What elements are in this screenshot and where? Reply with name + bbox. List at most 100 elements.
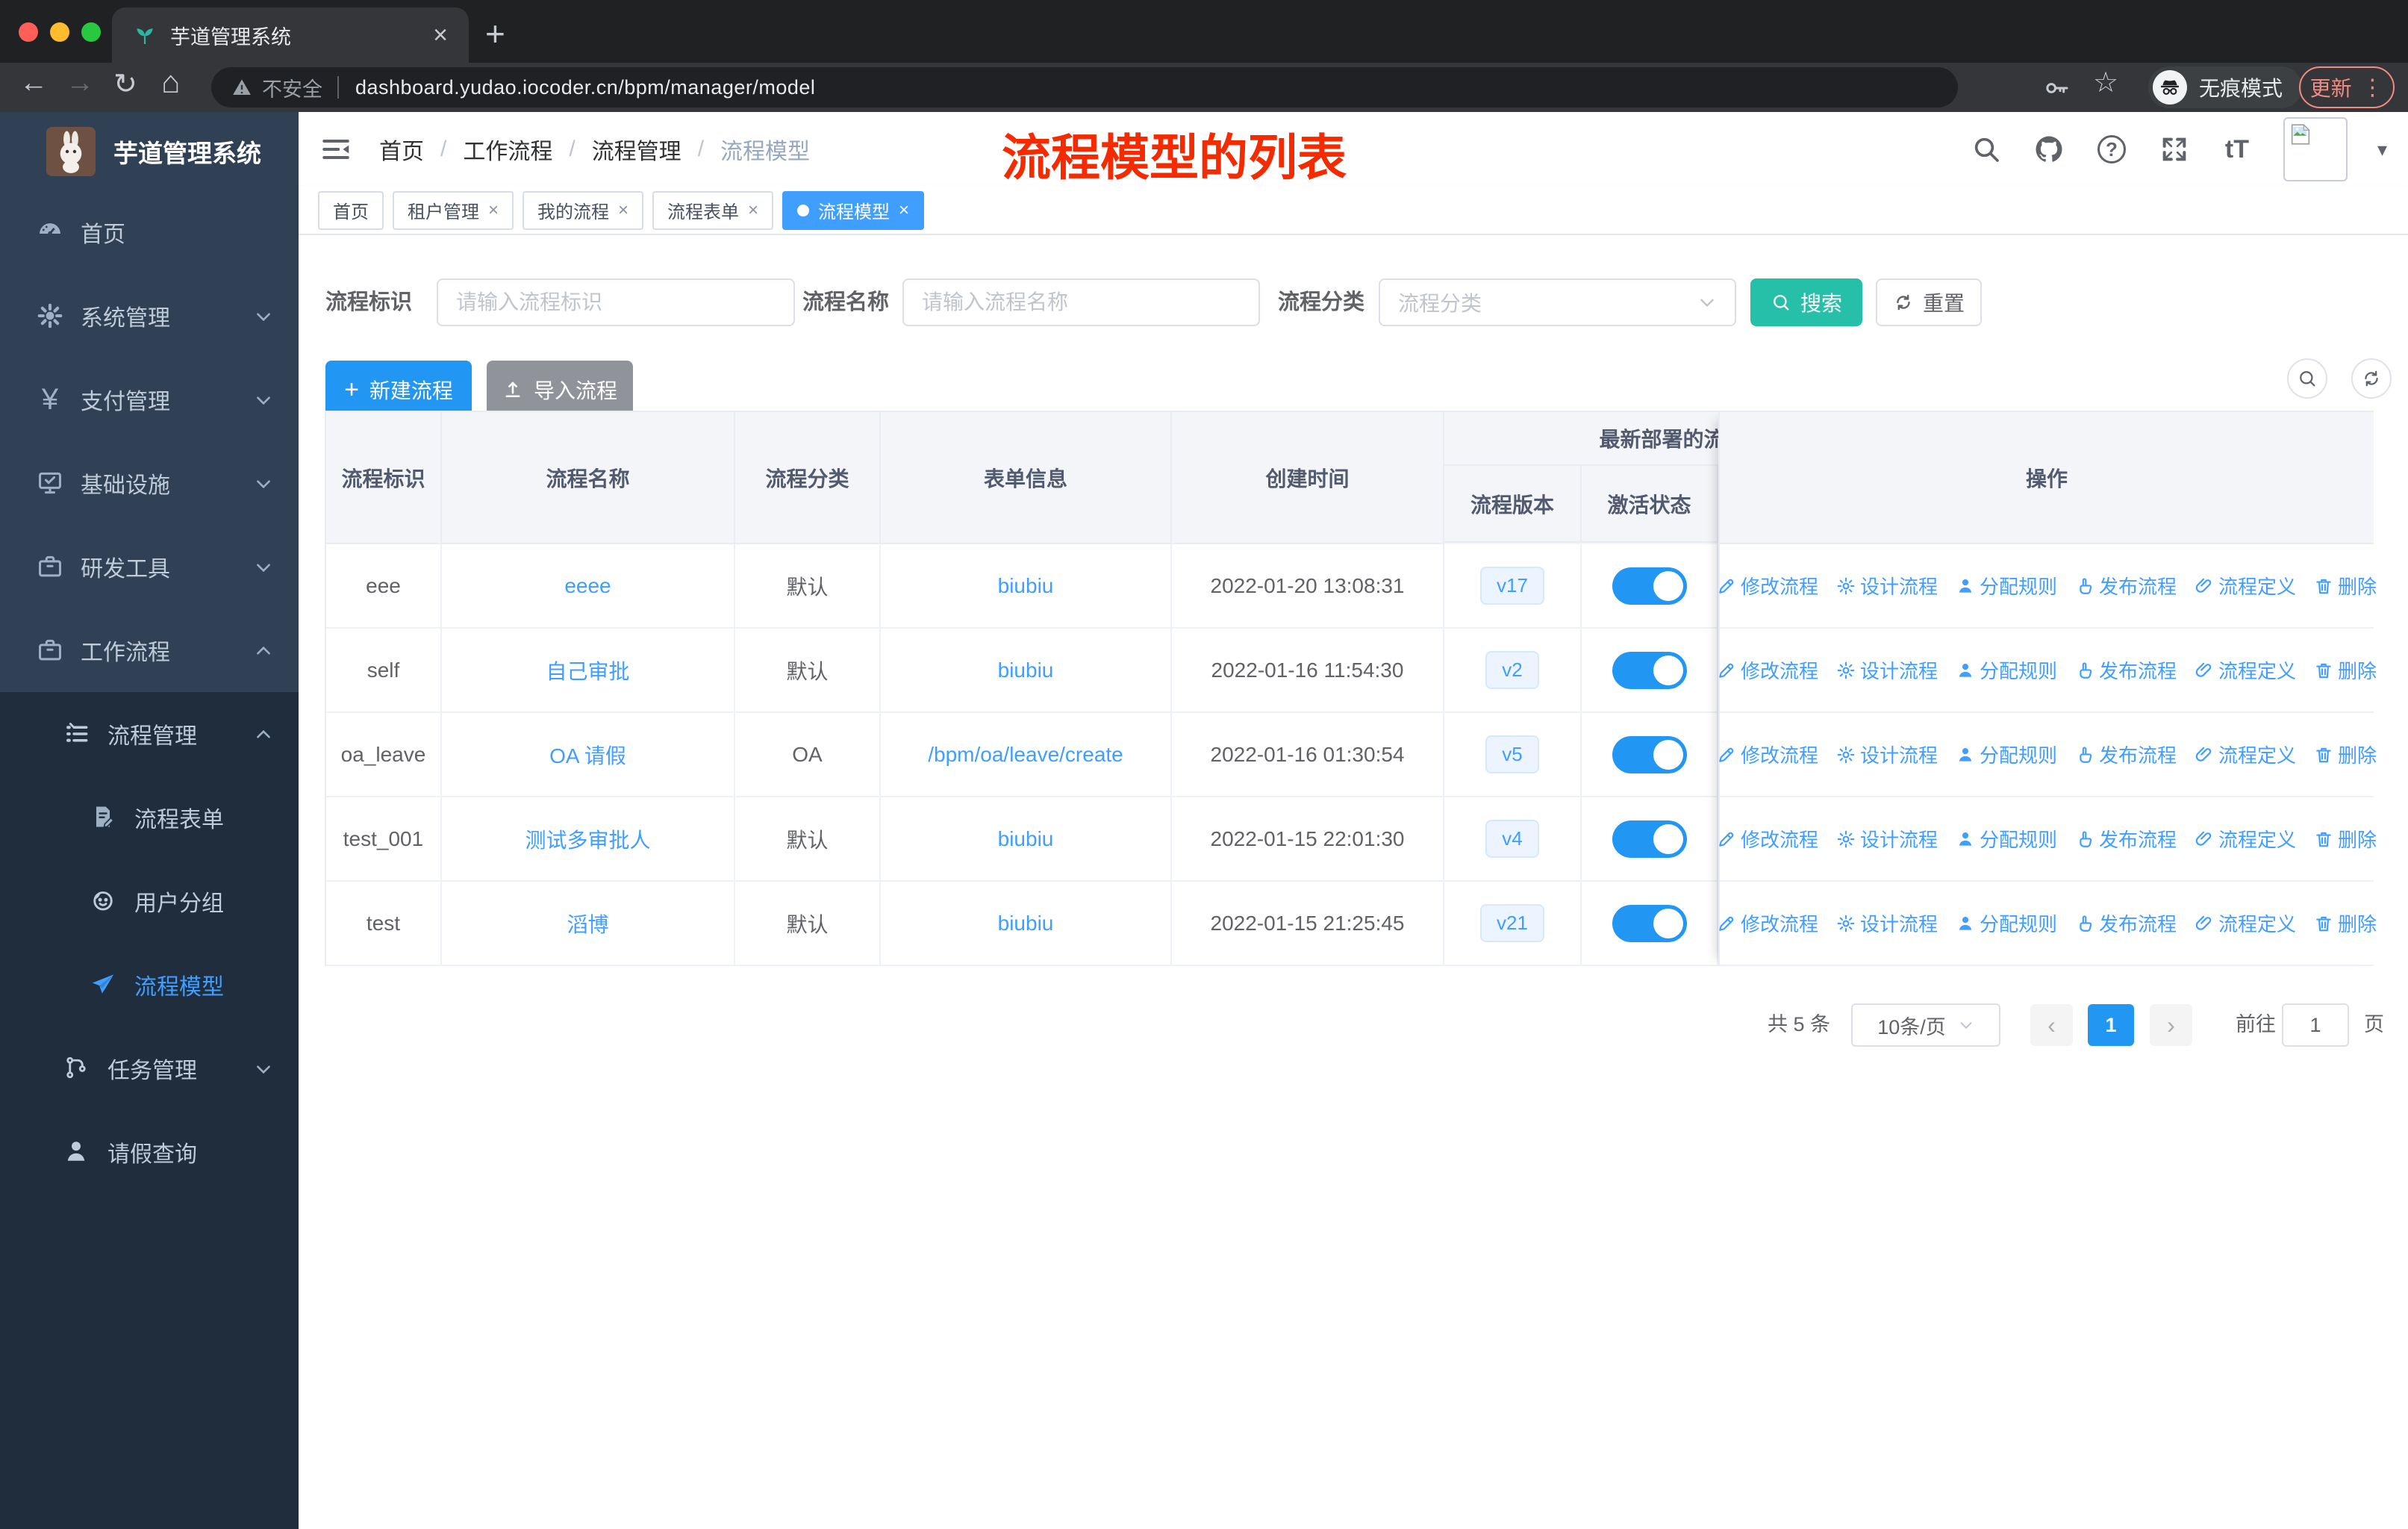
op-definition-link[interactable]: 流程定义 [2195, 656, 2296, 684]
process-id-input[interactable] [437, 278, 795, 326]
window-zoom-button[interactable] [81, 22, 101, 42]
key-icon[interactable] [2041, 73, 2071, 103]
op-delete-link[interactable]: 删除 [2314, 572, 2377, 600]
sidebar-item-payment[interactable]: ¥ 支付管理 [0, 358, 299, 441]
op-edit-link[interactable]: 修改流程 [1717, 825, 1818, 853]
op-design-link[interactable]: 设计流程 [1836, 572, 1938, 600]
active-toggle[interactable] [1612, 905, 1687, 942]
op-design-link[interactable]: 设计流程 [1836, 741, 1938, 768]
header-search-icon[interactable] [1970, 133, 2003, 166]
op-edit-link[interactable]: 修改流程 [1717, 909, 1818, 937]
update-label[interactable]: 更新 [2310, 72, 2352, 102]
op-delete-link[interactable]: 删除 [2314, 656, 2377, 684]
sidebar-item-home[interactable]: 首页 [0, 190, 299, 274]
active-toggle[interactable] [1612, 567, 1687, 605]
browser-tab[interactable]: 芋道管理系统 × [112, 7, 469, 63]
op-design-link[interactable]: 设计流程 [1836, 656, 1938, 684]
op-assign-rule-link[interactable]: 分配规则 [1956, 909, 2057, 937]
form-info-link[interactable]: biubiu [998, 912, 1054, 935]
op-publish-link[interactable]: 发布流程 [2075, 825, 2177, 853]
tag-process-model[interactable]: 流程模型 × [782, 191, 924, 230]
form-info-link[interactable]: biubiu [998, 574, 1054, 598]
current-page-button[interactable]: 1 [2088, 1004, 2134, 1046]
op-assign-rule-link[interactable]: 分配规则 [1956, 741, 2057, 768]
op-publish-link[interactable]: 发布流程 [2075, 909, 2177, 937]
process-name-link[interactable]: OA 请假 [549, 740, 626, 770]
op-publish-link[interactable]: 发布流程 [2075, 741, 2177, 768]
github-icon[interactable] [2033, 133, 2065, 166]
next-page-button[interactable]: › [2150, 1004, 2192, 1046]
breadcrumb-item[interactable]: 流程管理 [592, 133, 681, 166]
op-edit-link[interactable]: 修改流程 [1717, 572, 1818, 600]
active-toggle[interactable] [1612, 820, 1687, 858]
tag-home[interactable]: 首页 [318, 191, 384, 230]
help-icon[interactable]: ? [2095, 133, 2128, 166]
process-name-link[interactable]: 自己审批 [546, 655, 629, 685]
active-toggle[interactable] [1612, 736, 1687, 773]
sidebar-item-user-group[interactable]: 用户分组 [0, 859, 299, 943]
process-name-input[interactable] [902, 278, 1260, 326]
bookmark-star-icon[interactable]: ☆ [2093, 66, 2118, 99]
op-edit-link[interactable]: 修改流程 [1717, 741, 1818, 768]
process-name-link[interactable]: 测试多审批人 [525, 824, 650, 854]
op-design-link[interactable]: 设计流程 [1836, 909, 1938, 937]
form-info-link[interactable]: biubiu [998, 658, 1054, 682]
op-assign-rule-link[interactable]: 分配规则 [1956, 825, 2057, 853]
op-assign-rule-link[interactable]: 分配规则 [1956, 656, 2057, 684]
op-definition-link[interactable]: 流程定义 [2195, 572, 2296, 600]
new-tab-button[interactable]: + [485, 13, 505, 54]
back-icon[interactable]: ← [19, 67, 48, 99]
op-design-link[interactable]: 设计流程 [1836, 825, 1938, 853]
window-minimize-button[interactable] [50, 22, 69, 42]
refresh-table-button[interactable] [2351, 358, 2392, 399]
goto-page-input[interactable] [2282, 1003, 2349, 1047]
tab-close-icon[interactable]: × [433, 22, 448, 48]
breadcrumb-item[interactable]: 工作流程 [463, 133, 552, 166]
form-info-link[interactable]: /bpm/oa/leave/create [928, 743, 1123, 767]
sidebar-item-infrastructure[interactable]: 基础设施 [0, 441, 299, 525]
sidebar-item-dev-tools[interactable]: 研发工具 [0, 525, 299, 608]
update-button[interactable]: 更新 ⋮ [2299, 66, 2395, 108]
process-category-select[interactable]: 流程分类 [1379, 278, 1736, 326]
op-assign-rule-link[interactable]: 分配规则 [1956, 572, 2057, 600]
op-delete-link[interactable]: 删除 [2314, 741, 2377, 768]
sidebar-item-workflow[interactable]: 工作流程 [0, 608, 299, 692]
window-close-button[interactable] [19, 22, 38, 42]
reload-icon[interactable]: ↻ [113, 67, 137, 101]
sidebar-item-leave-query[interactable]: 请假查询 [0, 1110, 299, 1194]
breadcrumb-item[interactable]: 首页 [379, 133, 424, 166]
reset-button[interactable]: 重置 [1876, 278, 1982, 326]
forward-icon[interactable]: → [66, 67, 94, 99]
close-icon[interactable]: × [899, 200, 909, 221]
op-definition-link[interactable]: 流程定义 [2195, 909, 2296, 937]
avatar[interactable] [2283, 117, 2348, 181]
op-delete-link[interactable]: 删除 [2314, 825, 2377, 853]
sidebar-item-process-management[interactable]: 流程管理 [0, 692, 299, 776]
browser-menu-icon[interactable]: ⋮ [2361, 75, 2383, 101]
op-edit-link[interactable]: 修改流程 [1717, 656, 1818, 684]
search-button[interactable]: 搜索 [1750, 278, 1862, 326]
tag-my-process[interactable]: 我的流程 × [523, 191, 643, 230]
fullscreen-icon[interactable] [2158, 133, 2191, 166]
process-name-link[interactable]: 滔博 [567, 909, 608, 938]
form-info-link[interactable]: biubiu [998, 827, 1054, 851]
url-text[interactable]: dashboard.yudao.iocoder.cn/bpm/manager/m… [355, 76, 815, 99]
page-size-select[interactable]: 10条/页 [1851, 1003, 2000, 1047]
op-publish-link[interactable]: 发布流程 [2075, 572, 2177, 600]
op-definition-link[interactable]: 流程定义 [2195, 825, 2296, 853]
font-size-icon[interactable]: tT [2221, 133, 2253, 166]
close-icon[interactable]: × [618, 200, 628, 221]
op-delete-link[interactable]: 删除 [2314, 909, 2377, 937]
active-toggle[interactable] [1612, 652, 1687, 689]
tag-process-form[interactable]: 流程表单 × [652, 191, 773, 230]
process-name-link[interactable]: eeee [564, 574, 611, 598]
security-label[interactable]: 不安全 [262, 73, 322, 102]
sidebar-item-task-management[interactable]: 任务管理 [0, 1027, 299, 1110]
prev-page-button[interactable]: ‹ [2030, 1004, 2073, 1046]
close-icon[interactable]: × [748, 200, 758, 221]
tag-tenant[interactable]: 租户管理 × [393, 191, 514, 230]
sidebar-toggle-icon[interactable] [319, 133, 352, 166]
url-bar[interactable]: 不安全 dashboard.yudao.iocoder.cn/bpm/manag… [211, 67, 1958, 108]
toggle-search-button[interactable] [2287, 358, 2327, 399]
sidebar-item-process-form[interactable]: 流程表单 [0, 776, 299, 859]
